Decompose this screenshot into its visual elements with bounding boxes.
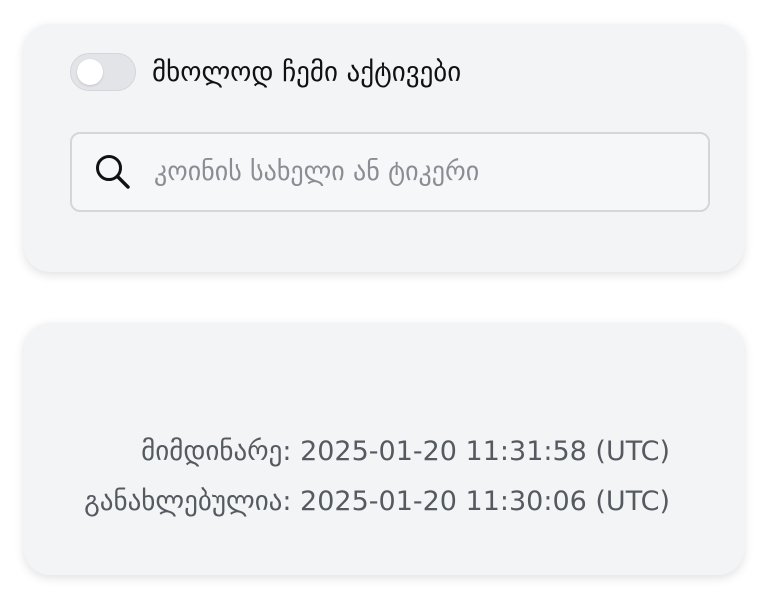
my-assets-toggle[interactable]	[70, 53, 136, 91]
last-updated-text: განახლებულია: 2025-01-20 11:30:06 (UTC)	[84, 486, 670, 517]
status-block: მიმდინარე: 2025-01-20 11:31:58 (UTC) გან…	[84, 427, 670, 527]
my-assets-toggle-row: მხოლოდ ჩემი აქტივები	[70, 53, 461, 91]
search-input[interactable]	[152, 156, 676, 188]
status-card: მიმდინარე: 2025-01-20 11:31:58 (UTC) გან…	[24, 323, 744, 575]
toggle-knob	[77, 59, 103, 85]
search-field[interactable]	[70, 132, 710, 212]
my-assets-toggle-label[interactable]: მხოლოდ ჩემი აქტივები	[152, 57, 461, 88]
page: მხოლოდ ჩემი აქტივები მიმდინარე: 2025-01-…	[0, 0, 768, 600]
filter-card: მხოლოდ ჩემი აქტივები	[24, 24, 744, 272]
search-icon	[92, 151, 134, 193]
current-time-text: მიმდინარე: 2025-01-20 11:31:58 (UTC)	[141, 436, 670, 467]
